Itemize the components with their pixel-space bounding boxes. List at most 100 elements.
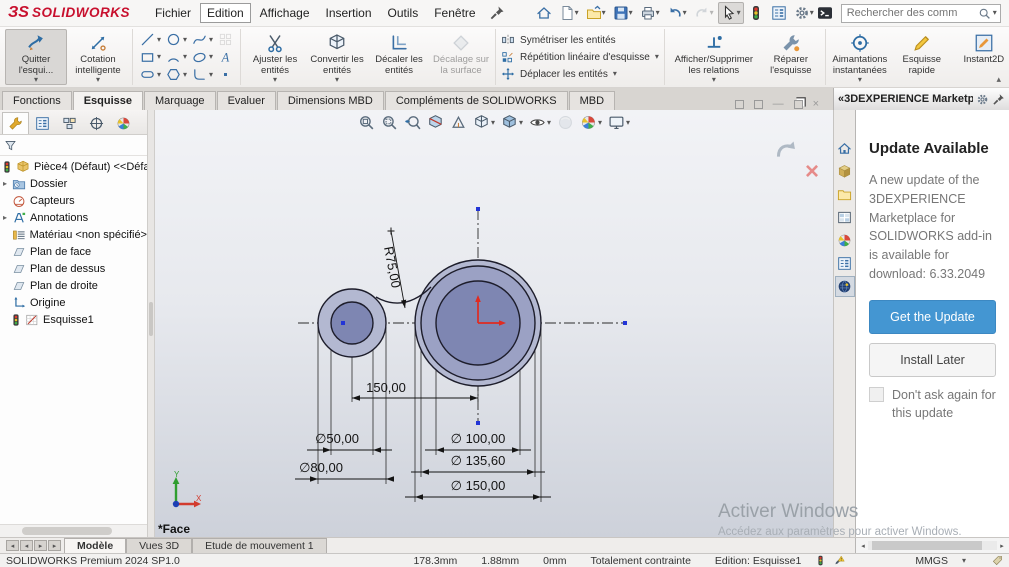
ribbon-convert-button[interactable]: Convertir les entités ▾ — [306, 29, 368, 85]
open-button[interactable]: ▾ — [583, 2, 609, 24]
get-update-button[interactable]: Get the Update — [869, 299, 996, 334]
hud-edit-appearance-button[interactable] — [556, 113, 575, 132]
hud-annotation-views-button[interactable] — [449, 113, 468, 132]
print-button[interactable]: ▾ — [637, 2, 663, 24]
model-tab-etude-de-mouvement-1[interactable]: Etude de mouvement 1 — [192, 538, 327, 553]
exit-corner-icon[interactable] — [775, 138, 797, 160]
menu-outils[interactable]: Outils — [381, 3, 426, 23]
select-button[interactable]: ▾ — [717, 2, 744, 24]
rebuild-button[interactable] — [745, 2, 767, 24]
menu-edition[interactable]: Edition — [199, 3, 251, 23]
sketch-tool-spline[interactable]: ▾ — [190, 32, 215, 47]
panel-splitter[interactable] — [148, 110, 155, 537]
tree-item-mat-riau-non-sp-cifi-[interactable]: Matériau <non spécifié> — [0, 226, 147, 243]
hud-view-orientation-button[interactable]: ▾ — [472, 113, 496, 132]
tree-item-esquisse1[interactable]: Esquisse1 — [0, 311, 147, 328]
tree-item-plan-de-dessus[interactable]: Plan de dessus — [0, 260, 147, 277]
tree-item-plan-de-face[interactable]: Plan de face — [0, 243, 147, 260]
tree-item-annotations[interactable]: ▸ Annotations — [0, 209, 147, 226]
doc-restore-icon[interactable] — [793, 99, 803, 109]
hud-display-style-button[interactable]: ▾ — [500, 113, 524, 132]
dont-ask-checkbox[interactable] — [869, 386, 884, 402]
ribbon-quick-sketch-button[interactable]: Esquisse rapide — [891, 29, 953, 85]
tree-item-capteurs[interactable]: Capteurs — [0, 192, 147, 209]
tab-first-icon[interactable]: ◂ — [6, 540, 19, 551]
panel-horizontal-scrollbar[interactable]: ◂ ▸ — [855, 538, 1009, 553]
sketch-tool-sketch-text[interactable]: A — [216, 50, 235, 65]
tree-item-origine[interactable]: Origine — [0, 294, 147, 311]
sketch-tool-rectangle[interactable]: ▾ — [138, 50, 163, 65]
sketch-tool-slot[interactable]: ▾ — [138, 67, 163, 82]
taskpane-appearances[interactable] — [835, 230, 855, 251]
taskpane-marketplace[interactable] — [834, 276, 855, 297]
ribbon-repair-button[interactable]: Réparer l'esquisse — [760, 29, 822, 85]
hud-view-settings-button[interactable]: ▾ — [607, 113, 631, 132]
model-tab-vues-3d[interactable]: Vues 3D — [126, 538, 193, 553]
sketch-tool-line[interactable]: ▾ — [138, 32, 163, 47]
save-button[interactable]: ▾ — [610, 2, 636, 24]
ribbon-surface-offset-button[interactable]: Décalage sur la surface — [430, 29, 492, 85]
redo-button[interactable]: ▾ — [691, 2, 717, 24]
cancel-sketch-icon[interactable]: × — [805, 160, 819, 184]
hud-previous-view-button[interactable] — [403, 113, 422, 132]
tab-prev-icon[interactable]: ◂ — [20, 540, 33, 551]
tree-item-dossier[interactable]: ▸ Dossier — [0, 175, 147, 192]
scroll-right-icon[interactable]: ▸ — [997, 542, 1007, 550]
tab-feature[interactable] — [2, 112, 29, 134]
ribbon-move-button[interactable]: Déplacer les entités ▾ — [501, 67, 659, 81]
ribbon-collapse-icon[interactable]: ▴ — [996, 74, 1001, 85]
scroll-left-icon[interactable]: ◂ — [858, 542, 868, 550]
gear-icon[interactable] — [976, 93, 989, 106]
tag-icon[interactable] — [992, 555, 1003, 566]
tab-evaluer[interactable]: Evaluer — [216, 91, 276, 110]
tree-filter[interactable] — [0, 135, 147, 156]
ribbon-exit-sketch-button[interactable]: Quitter l'esqui... ▾ — [5, 29, 67, 85]
ribbon-linear-pattern-button[interactable]: Répétition linéaire d'esquisse ▾ — [501, 50, 659, 64]
home-button[interactable] — [533, 2, 555, 24]
tab-mbd[interactable]: MBD — [568, 91, 616, 110]
tree-item-plan-de-droite[interactable]: Plan de droite — [0, 277, 147, 294]
hud-zoom-area-button[interactable] — [380, 113, 399, 132]
tab-compl-ments-de-solidworks[interactable]: Compléments de SOLIDWORKS — [384, 91, 568, 110]
tab-display[interactable] — [110, 112, 137, 134]
menu-fichier[interactable]: Fichier — [148, 3, 198, 23]
tab-next-icon[interactable]: ▸ — [34, 540, 47, 551]
sketch-tool-fillet[interactable]: ▾ — [190, 67, 215, 82]
taskpane-design-library[interactable] — [835, 161, 855, 182]
tree-horizontal-scrollbar[interactable] — [0, 524, 147, 537]
tab-marquage[interactable]: Marquage — [144, 91, 216, 110]
gear-button[interactable]: ▾ — [791, 2, 817, 24]
hud-apply-scene-button[interactable]: ▾ — [579, 113, 603, 132]
model-tab-mod-le[interactable]: Modèle — [64, 538, 127, 553]
search-caret-icon[interactable]: ▾ — [993, 9, 997, 17]
taskpane-home-strip[interactable] — [835, 138, 855, 159]
ribbon-offset-button[interactable]: Décaler les entités — [368, 29, 430, 85]
tab-esquisse[interactable]: Esquisse — [72, 91, 144, 110]
tab-fonctions[interactable]: Fonctions — [2, 91, 72, 110]
sketch-tool-arc[interactable]: ▾ — [164, 50, 189, 65]
sketch-drawing[interactable]: 150,00 ∅50,00 ∅80,00 ∅ 100,00 ∅ 135,60 ∅ 150,… — [155, 110, 833, 537]
hud-zoom-fit-button[interactable] — [357, 113, 376, 132]
ribbon-smart-dimension-button[interactable]: Cotation intelligente ▾ — [67, 29, 129, 85]
doc-minimize-icon[interactable]: — — [773, 98, 784, 110]
hud-section-view-button[interactable] — [426, 113, 445, 132]
pin-icon[interactable] — [489, 5, 505, 21]
terminal-icon[interactable] — [817, 5, 833, 21]
tab-dimensions-mbd[interactable]: Dimensions MBD — [276, 91, 384, 110]
sketch-tool-ellipse[interactable]: ▾ — [190, 50, 215, 65]
search-input[interactable] — [844, 6, 976, 20]
sketch-tool-pattern[interactable] — [216, 32, 235, 47]
ribbon-mirror-button[interactable]: Symétriser les entités — [501, 33, 659, 47]
options-list-button[interactable] — [768, 2, 790, 24]
tab-last-icon[interactable]: ▸ — [48, 540, 61, 551]
units-selector[interactable]: MMGS ▾ — [915, 555, 966, 567]
install-later-button[interactable]: Install Later — [869, 342, 996, 377]
doc-tile-icon[interactable] — [734, 99, 744, 109]
sketch-tool-circle[interactable]: ▾ — [164, 32, 189, 47]
ribbon-trim-button[interactable]: Ajuster les entités ▾ — [244, 29, 306, 85]
pin-icon[interactable] — [992, 93, 1005, 106]
undo-button[interactable]: ▾ — [664, 2, 690, 24]
taskpane-file-explorer[interactable] — [835, 184, 855, 205]
magnifier-icon[interactable] — [978, 7, 991, 20]
doc-cascade-icon[interactable] — [753, 99, 763, 109]
